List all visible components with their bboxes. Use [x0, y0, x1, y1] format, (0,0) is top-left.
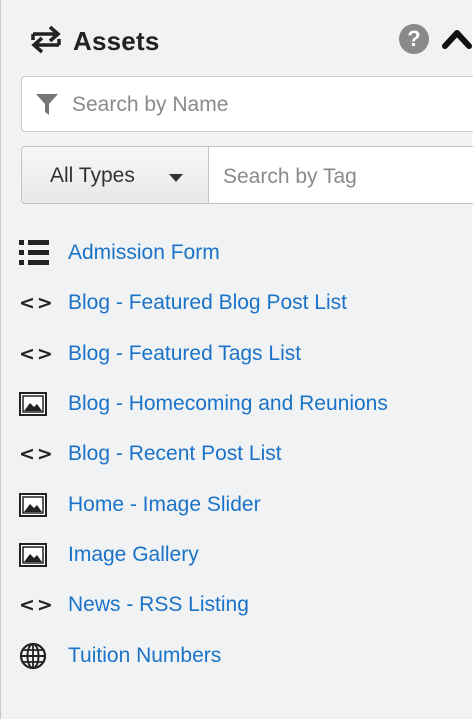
search-by-tag-input[interactable] — [221, 159, 473, 195]
asset-item[interactable]: Image Gallery — [19, 530, 473, 580]
asset-item[interactable]: Blog - Homecoming and Reunions — [19, 379, 473, 429]
asset-name-link[interactable]: Tuition Numbers — [68, 644, 221, 668]
search-by-name-input[interactable] — [70, 87, 473, 123]
search-by-name-field — [21, 76, 473, 132]
code-icon: <> — [19, 594, 55, 617]
type-filter-row: All Types — [21, 146, 473, 204]
asset-item[interactable]: Admission Form — [19, 228, 473, 278]
list-icon — [19, 238, 53, 268]
code-icon: <> — [19, 342, 55, 365]
globe-icon — [19, 641, 53, 671]
asset-name-link[interactable]: Home - Image Slider — [68, 493, 261, 517]
panel-header: Assets ? — [1, 0, 473, 80]
asset-list: Admission Form <> Blog - Featured Blog P… — [19, 228, 473, 681]
asset-item[interactable]: <> Blog - Recent Post List — [19, 429, 473, 479]
all-types-label: All Types — [50, 164, 135, 187]
chevron-up-icon[interactable] — [441, 24, 473, 54]
asset-item[interactable]: Tuition Numbers — [19, 630, 473, 680]
code-icon: <> — [19, 292, 55, 315]
asset-item[interactable]: <> News - RSS Listing — [19, 580, 473, 630]
asset-name-link[interactable]: Blog - Homecoming and Reunions — [68, 392, 388, 416]
asset-name-link[interactable]: Blog - Featured Tags List — [68, 342, 301, 366]
asset-item[interactable]: <> Blog - Featured Blog Post List — [19, 278, 473, 328]
image-icon — [19, 540, 53, 570]
image-icon — [19, 490, 53, 520]
asset-item[interactable]: <> Blog - Featured Tags List — [19, 329, 473, 379]
assets-panel: Assets ? All Types A — [0, 0, 473, 719]
asset-name-link[interactable]: Image Gallery — [68, 543, 199, 567]
search-by-tag-field — [208, 146, 473, 204]
image-icon — [19, 389, 53, 419]
asset-name-link[interactable]: Admission Form — [68, 241, 220, 265]
asset-name-link[interactable]: Blog - Featured Blog Post List — [68, 291, 347, 315]
panel-title: Assets — [73, 26, 160, 56]
help-icon[interactable]: ? — [399, 24, 429, 54]
asset-name-link[interactable]: Blog - Recent Post List — [68, 442, 282, 466]
code-icon: <> — [19, 443, 55, 466]
asset-item[interactable]: Home - Image Slider — [19, 479, 473, 529]
caret-down-icon — [169, 174, 183, 182]
swap-arrows-icon — [31, 25, 61, 54]
asset-name-link[interactable]: News - RSS Listing — [68, 593, 249, 617]
all-types-dropdown[interactable]: All Types — [21, 146, 209, 204]
filter-icon — [36, 94, 58, 115]
